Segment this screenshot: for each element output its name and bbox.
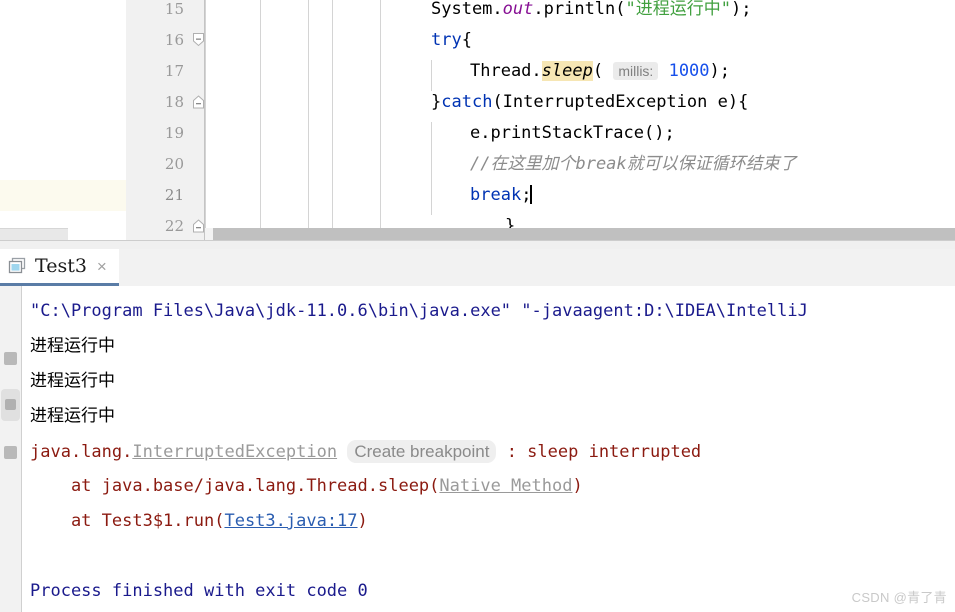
console-line: at java.base/java.lang.Thread.sleep(Nati… [30, 469, 583, 504]
console-line: "C:\Program Files\Java\jdk-11.0.6\bin\ja… [30, 294, 808, 329]
code-line: Thread.sleep( millis: 1000); [470, 56, 730, 87]
indent-guide-0 [205, 0, 206, 240]
gutter-line-number: 15 [164, 0, 184, 18]
code-token-plain: ); [709, 61, 731, 81]
console-side-toolbar[interactable] [0, 286, 22, 612]
code-line: e.printStackTrace(); [470, 118, 675, 149]
console-text: 进程运行中 [30, 371, 115, 391]
console-link[interactable]: Native Method [439, 476, 572, 496]
console-text: at Test3$1.run( [30, 511, 225, 531]
create-breakpoint-badge[interactable]: Create breakpoint [347, 440, 497, 463]
code-token-plain: { [461, 30, 472, 50]
code-line: try{ [431, 25, 472, 56]
code-token-str: "进程运行中" [625, 0, 731, 19]
console-output-text[interactable]: "C:\Program Files\Java\jdk-11.0.6\bin\ja… [30, 286, 955, 612]
code-line: //在这里加个break就可以保证循环结束了 [470, 149, 797, 180]
code-token-plain: Thread. [470, 61, 542, 81]
code-token-plain: .println( [533, 0, 626, 19]
code-token-plain: ( [592, 61, 614, 81]
scrollbar-thumb[interactable] [213, 228, 955, 240]
console-line: 进程运行中 [30, 364, 115, 399]
close-icon[interactable]: × [97, 258, 107, 275]
code-token-kw: catch [441, 92, 493, 112]
console-window-icon [8, 257, 26, 275]
gutter-line-number: 17 [164, 62, 184, 80]
editor-gutter[interactable]: 15 16 17 18 19 20 21 22 [126, 0, 205, 240]
console-line: 进程运行中 [30, 399, 115, 434]
code-token-method: sleep [541, 61, 593, 81]
code-token-plain: . [492, 0, 503, 19]
console-text: at java.base/java.lang.Thread.sleep( [30, 476, 440, 496]
code-token-kw: try [431, 30, 462, 50]
console-line: Process finished with exit code 0 [30, 574, 368, 609]
editor-left-scroll-stub [0, 228, 68, 240]
code-token-num: 1000 [668, 61, 710, 81]
console-text: 进程运行中 [30, 336, 115, 356]
code-token-field: out [502, 0, 534, 19]
indent-guide-4 [380, 0, 381, 240]
gutter-line-number: 20 [164, 155, 184, 173]
text-caret [530, 185, 533, 204]
gutter-line-number: 18 [164, 93, 184, 111]
run-tab-label: Test3 [35, 255, 87, 277]
toolbar-icon-stop[interactable] [1, 389, 20, 421]
gutter-line-number: 21 [164, 186, 184, 204]
toolbar-icon-trash[interactable] [4, 446, 17, 459]
run-tool-window: Test3 × "C:\Program Files\Java\jdk-11.0.… [0, 249, 955, 612]
block-guide-1 [431, 122, 432, 215]
run-tab-strip: Test3 × [0, 249, 955, 286]
indent-guide-2 [308, 0, 309, 240]
code-token-plain: System [431, 0, 493, 19]
console-text: ) [357, 511, 368, 531]
console-text: "C:\Program Files\Java\jdk-11.0.6\bin\ja… [30, 301, 808, 321]
console-text: sleep interrupted [527, 442, 702, 462]
code-line: }catch(InterruptedException e){ [431, 87, 748, 118]
console-text: 进程运行中 [30, 406, 115, 426]
console-line: at Test3$1.run(Test3.java:17) [30, 504, 368, 539]
editor-horizontal-scrollbar[interactable] [205, 228, 955, 240]
parameter-hint: millis: [613, 62, 659, 80]
code-token-plain: } [431, 92, 442, 112]
console-link[interactable]: InterruptedException [132, 442, 337, 462]
code-token-comment: //在这里加个break就可以保证循环结束了 [470, 154, 797, 174]
toolbar-icon-rerun[interactable] [4, 352, 17, 365]
gutter-line-number: 19 [164, 124, 184, 142]
code-line: break; [470, 180, 533, 211]
console-text: Process finished with exit code 0 [30, 581, 368, 601]
indent-guide-1 [260, 0, 261, 240]
gutter-line-number: 16 [164, 31, 184, 49]
gutter-line-number: 22 [164, 217, 184, 235]
watermark: CSDN @青了青 [851, 590, 947, 605]
console-line: 进程运行中 [30, 329, 115, 364]
console-file-link[interactable]: Test3.java:17 [224, 511, 357, 531]
code-token-plain: (InterruptedException e){ [492, 92, 749, 112]
console-text: java.lang. [30, 442, 133, 462]
code-line: System.out.println("进程运行中"); [431, 0, 751, 25]
code-token-plain: ); [731, 0, 752, 19]
code-text-area[interactable]: System.out.println("进程运行中"); try{Thread.s… [205, 0, 955, 240]
ide-window: 15 16 17 18 19 20 21 22 System.out.println("进程运… [0, 0, 955, 612]
console-text: : [496, 442, 528, 462]
run-tab-test3[interactable]: Test3 × [0, 249, 119, 286]
console-line: java.lang.InterruptedException Create br… [30, 434, 701, 469]
code-token-plain: e.printStackTrace(); [470, 123, 675, 143]
code-editor-pane: 15 16 17 18 19 20 21 22 System.out.println("进程运… [0, 0, 955, 240]
indent-guide-3 [332, 0, 333, 240]
code-token-kw: break [470, 185, 522, 205]
console-text: ) [572, 476, 583, 496]
